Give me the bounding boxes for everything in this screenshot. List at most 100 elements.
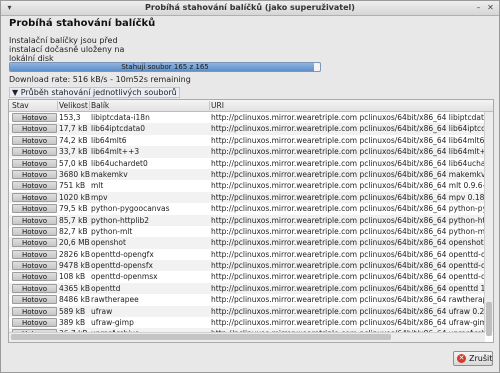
row-package: openttd-opengfx: [91, 249, 154, 259]
row-size: 9478 kB: [59, 261, 90, 271]
row-size: 589 kB: [59, 306, 86, 316]
row-status: Hotovo: [12, 318, 57, 328]
row-status: Hotovo: [12, 181, 57, 191]
horizontal-scrollbar[interactable]: [9, 332, 485, 342]
row-status: Hotovo: [12, 158, 57, 168]
row-status: Hotovo: [12, 113, 57, 122]
title-bar[interactable]: ▾ Probíhá stahování balíčků (jako superu…: [1, 1, 499, 16]
table-row[interactable]: Hotovo 85,7 kB python-httplib2 http://pclin…: [9, 214, 485, 226]
row-package: openttd: [91, 283, 121, 293]
close-icon[interactable]: ✕: [485, 2, 496, 13]
row-uri: http://pclinuxos.mirror.wearetriple.com …: [211, 192, 485, 202]
row-package: openshot: [91, 238, 126, 248]
row-status: Hotovo: [12, 215, 57, 225]
minimize-icon[interactable]: –: [473, 2, 484, 13]
row-package: python-httplib2: [91, 215, 150, 225]
table-row[interactable]: Hotovo 9478 kB openttd-opensfx http://pclin…: [9, 260, 485, 272]
description-text: Instalační balíčky jsou před instalací d…: [9, 36, 189, 63]
row-status: Hotovo: [12, 238, 57, 248]
row-status: Hotovo: [12, 169, 57, 179]
stop-circle-icon: ✕: [457, 354, 466, 363]
row-package: lib64mlt++3: [91, 147, 140, 157]
window-title: Probíhá stahování balíčků (jako superuži…: [145, 3, 355, 12]
stop-button-label: Zrušit: [469, 354, 493, 363]
row-size: 751 kB: [59, 181, 86, 191]
row-size: 85,7 kB: [59, 215, 88, 225]
row-status: Hotovo: [12, 306, 57, 316]
description-line: Instalační balíčky jsou před: [9, 36, 118, 45]
row-package: openttd-opensfx: [91, 261, 153, 271]
table-row[interactable]: Hotovo 1020 kB mpv http://pclinuxos.mirror.…: [9, 191, 485, 204]
list-rows: Hotovo153,3 kBlibiptcdata-i18nhttp://pcl…: [9, 112, 485, 342]
table-row[interactable]: Hotovo 79,5 kB python-pygoocanvas http://pc…: [9, 203, 485, 214]
table-row[interactable]: Hotovo 17,7 kB lib64iptcdata0 http://pclinu…: [9, 123, 485, 135]
table-row[interactable]: Hotovo 108 kB openttd-openmsx http://pclinu…: [9, 271, 485, 282]
column-header-uri[interactable]: URI: [211, 101, 224, 110]
row-uri: http://pclinuxos.mirror.wearetriple.com …: [211, 226, 485, 236]
row-size: 33,7 kB: [59, 147, 88, 157]
description-line: instalací dočasně uloženy na: [9, 45, 125, 54]
table-row[interactable]: Hotovo 82,7 kB python-mlt http://pclinuxos.…: [9, 226, 485, 237]
row-uri: http://pclinuxos.mirror.wearetriple.com …: [211, 135, 485, 145]
download-list[interactable]: Stav Velikost Balík URI Hotovo153,3 kBli…: [8, 99, 494, 343]
row-status: Hotovo: [12, 192, 57, 202]
table-row[interactable]: Hotovo 20,6 MB openshot http://pclinuxos.mi…: [9, 237, 485, 249]
column-header-status[interactable]: Stav: [12, 101, 29, 110]
vertical-scrollbar[interactable]: [484, 112, 493, 336]
dialog-heading: Probíhá stahování balíčků: [9, 18, 156, 29]
row-uri: http://pclinuxos.mirror.wearetriple.com …: [211, 318, 485, 328]
row-size: 74,2 kB: [59, 135, 88, 145]
table-row[interactable]: Hotovo153,3 kBlibiptcdata-i18nhttp://pcl…: [9, 112, 485, 132]
table-row[interactable]: Hotovo 8486 kB rawtherapee http://pclinuxos…: [9, 294, 485, 305]
row-package: lib64uchardet0: [91, 158, 148, 168]
table-row[interactable]: Hotovo 33,7 kB lib64mlt++3 http://pclinuxos…: [9, 146, 485, 158]
row-package: rawtherapee: [91, 295, 139, 305]
row-size: 108 kB: [59, 272, 86, 282]
row-size: 389 kB: [59, 318, 86, 328]
download-dialog: ▾ Probíhá stahování balíčků (jako superu…: [0, 0, 500, 373]
table-row[interactable]: Hotovo 4365 kB openttd http://pclinuxos.mir…: [9, 282, 485, 295]
row-uri: http://pclinuxos.mirror.wearetriple.com …: [211, 261, 485, 271]
row-uri: http://pclinuxos.mirror.wearetriple.com …: [211, 113, 485, 122]
row-size: 79,5 kB: [59, 204, 88, 214]
row-uri: http://pclinuxos.mirror.wearetriple.com …: [211, 204, 485, 214]
row-package: python-pygoocanvas: [91, 204, 170, 214]
row-uri: http://pclinuxos.mirror.wearetriple.com …: [211, 249, 485, 259]
row-package: makemkv: [91, 169, 128, 179]
row-status: Hotovo: [12, 261, 57, 271]
row-uri: http://pclinuxos.mirror.wearetriple.com …: [211, 272, 485, 282]
table-row[interactable]: Hotovo 74,2 kB lib64mlt6 http://pclinuxos.m…: [9, 135, 485, 146]
horizontal-scroll-thumb[interactable]: [11, 334, 391, 340]
table-row[interactable]: Hotovo 589 kB ufraw http://pclinuxos.mirror…: [9, 305, 485, 318]
row-size: 2826 kB: [59, 249, 90, 259]
row-package: libiptcdata-i18n: [91, 113, 150, 122]
table-row[interactable]: Hotovo 57,0 kB lib64uchardet0 http://pclinu…: [9, 158, 485, 169]
row-size: 3680 kB: [59, 169, 90, 179]
row-size: 17,7 kB: [59, 124, 88, 134]
row-status: Hotovo: [12, 147, 57, 157]
table-row[interactable]: Hotovo 751 kB mlt http://pclinuxos.mirror.w…: [9, 180, 485, 191]
column-header-package[interactable]: Balík: [91, 101, 109, 110]
row-package: lib64iptcdata0: [91, 124, 146, 134]
vertical-scroll-thumb[interactable]: [486, 302, 492, 336]
row-status: Hotovo: [12, 283, 57, 293]
per-file-progress-expander[interactable]: ▼ Průběh stahování jednotlivých souborů: [9, 87, 180, 98]
overall-progress-bar: Stahuji soubor 165 z 165: [9, 62, 321, 72]
column-header-size[interactable]: Velikost: [59, 101, 88, 110]
stop-button[interactable]: ✕ Zrušit: [453, 351, 493, 366]
row-status: Hotovo: [12, 295, 57, 305]
row-uri: http://pclinuxos.mirror.wearetriple.com …: [211, 124, 485, 134]
row-size: 57,0 kB: [59, 158, 88, 168]
table-row[interactable]: Hotovo 3680 kB makemkv http://pclinuxos.mir…: [9, 168, 485, 181]
progress-text: Stahuji soubor 165 z 165: [121, 63, 209, 71]
download-rate: Download rate: 516 kB/s - 10m52s remaini…: [9, 75, 191, 84]
row-uri: http://pclinuxos.mirror.wearetriple.com …: [211, 295, 485, 305]
table-row[interactable]: Hotovo 389 kB ufraw-gimp http://pclinuxos.m…: [9, 317, 485, 328]
row-uri: http://pclinuxos.mirror.wearetriple.com …: [211, 306, 485, 316]
row-package: mlt: [91, 181, 104, 191]
row-status: Hotovo: [12, 249, 57, 259]
row-package: ufraw: [91, 306, 113, 316]
table-row[interactable]: Hotovo 2826 kB openttd-opengfx http://pclin…: [9, 249, 485, 260]
row-uri: http://pclinuxos.mirror.wearetriple.com …: [211, 283, 485, 293]
row-uri: http://pclinuxos.mirror.wearetriple.com …: [211, 215, 485, 225]
